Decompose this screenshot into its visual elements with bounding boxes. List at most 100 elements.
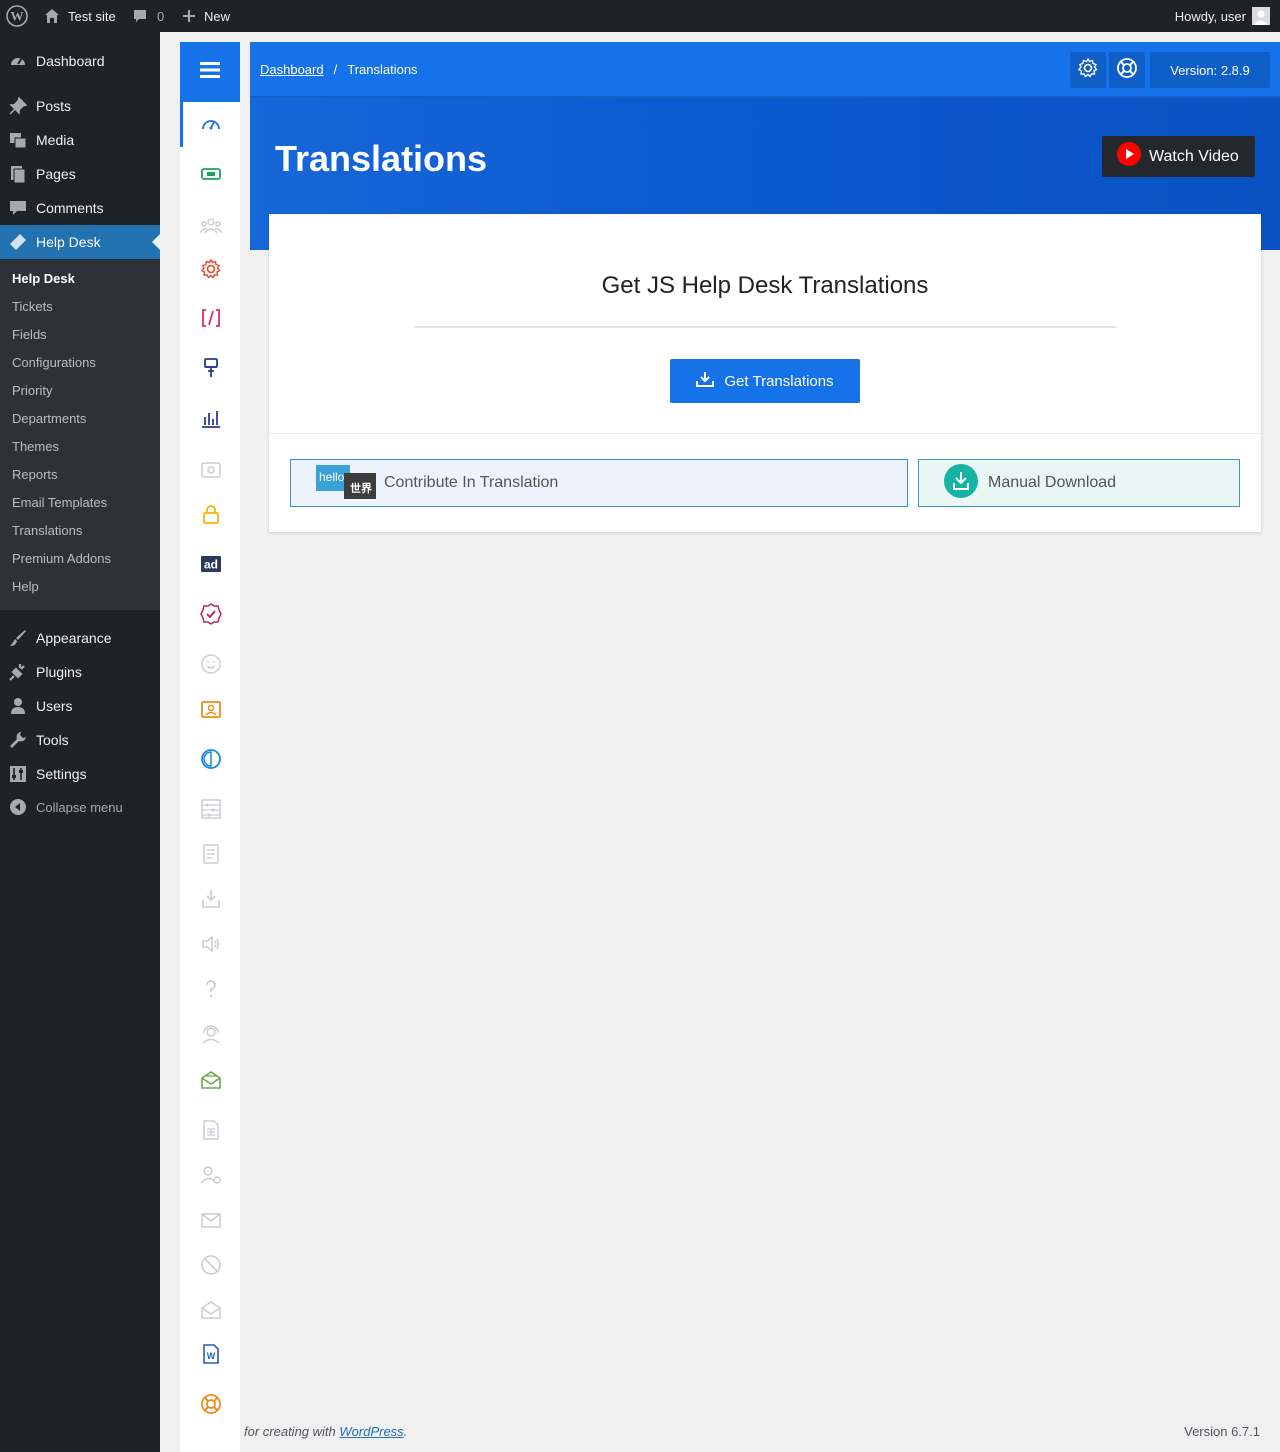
export-sheet-icon[interactable]: [200, 1119, 222, 1141]
submenu-departments[interactable]: Departments: [12, 411, 86, 426]
gear-icon: [1077, 57, 1099, 84]
watch-video-button[interactable]: Watch Video: [1102, 136, 1255, 177]
menu-tools[interactable]: Tools: [0, 723, 160, 757]
verified-badge-icon[interactable]: [200, 603, 222, 625]
menu-plugins[interactable]: Plugins: [0, 655, 160, 689]
download-icon: [696, 371, 724, 391]
collapse-icon: [8, 797, 28, 817]
menu-settings[interactable]: Settings: [0, 757, 160, 791]
menu-dashboard[interactable]: Dashboard: [0, 44, 160, 78]
dashboard-gauge-icon[interactable]: [200, 113, 222, 135]
comment-icon: [8, 198, 28, 218]
user-icon: [8, 696, 28, 716]
brush-icon: [8, 628, 28, 648]
ticket-icon[interactable]: [200, 163, 222, 185]
youtube-play-icon: [1117, 142, 1141, 171]
menu-pages[interactable]: Pages: [0, 157, 160, 191]
submenu-configurations[interactable]: Configurations: [12, 355, 96, 370]
breadcrumb: Dashboard / Translations: [260, 42, 418, 96]
knowledge-base-icon[interactable]: [200, 843, 222, 865]
help-lifebuoy-icon[interactable]: [200, 1393, 222, 1415]
open-mail-icon[interactable]: [200, 1299, 222, 1321]
get-translations-button[interactable]: Get Translations: [670, 359, 860, 403]
submenu-themes[interactable]: Themes: [12, 439, 59, 454]
menu-help-desk[interactable]: Help Desk: [0, 225, 160, 259]
wrench-icon: [8, 730, 28, 750]
lock-icon[interactable]: [200, 503, 222, 525]
menu-media[interactable]: Media: [0, 123, 160, 157]
user-fields-icon[interactable]: [200, 1164, 222, 1186]
breadcrumb-current: Translations: [347, 61, 418, 77]
breadcrumb-dashboard-link[interactable]: Dashboard: [260, 62, 324, 77]
word-doc-icon[interactable]: W: [200, 1343, 222, 1365]
reports-chart-icon[interactable]: [200, 407, 222, 429]
lifebuoy-icon: [1116, 57, 1138, 84]
new-label: New: [204, 8, 231, 24]
plus-icon: [182, 9, 196, 23]
watch-video-label: Watch Video: [1149, 147, 1239, 165]
collapse-menu-button[interactable]: Collapse menu: [0, 790, 160, 824]
ad-icon[interactable]: ad: [200, 553, 222, 575]
fields-code-icon[interactable]: [200, 307, 222, 329]
ban-icon[interactable]: [200, 1254, 222, 1276]
helpdesk-icon-sidebar: ad W: [180, 42, 240, 1452]
abacus-icon[interactable]: [200, 798, 222, 820]
media-icon: [8, 130, 28, 150]
submenu-help-desk[interactable]: Help Desk: [12, 271, 75, 286]
footer-thanks: for creating with WordPress.: [244, 1424, 408, 1439]
pages-icon: [8, 164, 28, 184]
wordpress-logo-icon[interactable]: W: [6, 0, 28, 32]
announcement-speaker-icon[interactable]: [200, 933, 222, 955]
configurations-gear-icon[interactable]: [200, 258, 222, 280]
submenu-premium-addons[interactable]: Premium Addons: [12, 551, 111, 566]
svg-text:W: W: [207, 1351, 216, 1361]
dashboard-icon: [8, 51, 28, 71]
site-home-link[interactable]: Test site: [44, 0, 116, 32]
submenu-help[interactable]: Help: [12, 579, 39, 594]
settings-button[interactable]: [1070, 52, 1106, 88]
menu-posts[interactable]: Posts: [0, 89, 160, 123]
agents-group-icon[interactable]: [199, 214, 223, 236]
submenu-email-templates[interactable]: Email Templates: [12, 495, 107, 510]
new-content-link[interactable]: New: [182, 0, 230, 32]
themes-brush-icon[interactable]: [200, 357, 222, 379]
translations-card: Get JS Help Desk Translations Get Transl…: [269, 214, 1261, 532]
admin-bar: W Test site 0 New Howdy, user: [0, 0, 1280, 32]
get-translations-label: Get Translations: [724, 372, 834, 390]
manual-download-button[interactable]: Manual Download: [918, 459, 1240, 507]
card-heading: Get JS Help Desk Translations: [601, 272, 929, 299]
account-menu[interactable]: Howdy, user: [1175, 0, 1270, 32]
home-icon: [44, 8, 60, 24]
submenu-tickets[interactable]: Tickets: [12, 299, 53, 314]
menu-toggle-button[interactable]: [180, 42, 240, 102]
downloads-icon[interactable]: [200, 888, 222, 910]
menu-appearance[interactable]: Appearance: [0, 621, 160, 655]
comments-link[interactable]: 0: [133, 0, 164, 32]
id-card-icon[interactable]: [200, 698, 222, 720]
sliders-icon: [8, 764, 28, 784]
active-indicator: [180, 102, 183, 147]
menu-comments[interactable]: Comments: [0, 191, 160, 225]
faq-question-icon[interactable]: [200, 978, 222, 1000]
pin-icon: [8, 96, 28, 116]
agent-headset-icon[interactable]: [200, 1023, 222, 1045]
feedback-smile-icon[interactable]: [200, 653, 222, 675]
mail-image-icon[interactable]: [200, 459, 222, 481]
contrast-circle-icon[interactable]: [200, 748, 222, 770]
page-title: Translations: [275, 138, 488, 179]
submenu-priority[interactable]: Priority: [12, 383, 52, 398]
submenu-fields[interactable]: Fields: [12, 327, 47, 342]
menu-users[interactable]: Users: [0, 689, 160, 723]
download-circle-icon: [944, 463, 978, 503]
email-piping-icon[interactable]: [200, 1069, 222, 1091]
footer-version: Version 6.7.1: [1184, 1424, 1260, 1439]
submenu-translations[interactable]: Translations: [12, 523, 82, 538]
greeting: Howdy, user: [1174, 8, 1246, 24]
wp-admin-menu: Dashboard Posts Media Pages Comments Hel…: [0, 32, 160, 1452]
contribute-translation-button[interactable]: hello 世界 Contribute In Translation: [290, 459, 908, 507]
contribute-label: Contribute In Translation: [384, 474, 559, 491]
submenu-reports[interactable]: Reports: [12, 467, 58, 482]
wordpress-link[interactable]: WordPress: [339, 1424, 403, 1439]
support-button[interactable]: [1109, 52, 1145, 88]
envelope-icon[interactable]: [200, 1209, 222, 1231]
